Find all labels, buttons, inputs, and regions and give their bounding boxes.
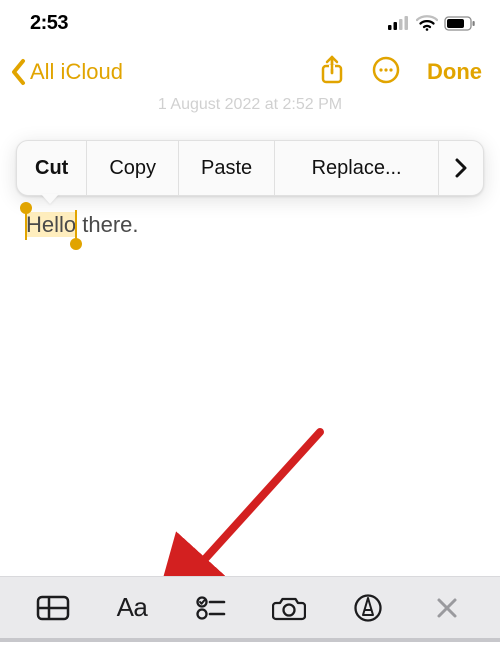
back-button[interactable]: All iCloud [6, 57, 123, 87]
ellipsis-circle-icon [371, 55, 401, 85]
checklist-button[interactable] [183, 588, 239, 628]
close-icon [436, 597, 458, 619]
markup-button[interactable] [340, 588, 396, 628]
aa-icon: Aa [117, 592, 148, 623]
menu-cut[interactable]: Cut [17, 141, 87, 195]
battery-icon [444, 16, 476, 31]
close-toolbar-button[interactable] [419, 588, 475, 628]
status-indicators [388, 15, 476, 31]
pencil-circle-icon [353, 593, 383, 623]
chevron-right-icon [455, 158, 467, 178]
table-icon [36, 595, 70, 621]
done-button[interactable]: Done [427, 59, 482, 85]
camera-icon [272, 595, 306, 621]
note-text-rest: there. [76, 212, 138, 237]
status-time: 2:53 [30, 12, 68, 35]
share-button[interactable] [319, 54, 345, 91]
back-label: All iCloud [30, 59, 123, 85]
format-button[interactable]: Aa [104, 588, 160, 628]
share-icon [319, 54, 345, 86]
note-body[interactable]: Hello there. [26, 212, 474, 238]
menu-tail-pointer [41, 194, 59, 204]
selection-handle-start[interactable] [20, 202, 32, 214]
status-bar: 2:53 [0, 0, 500, 40]
checklist-icon [196, 596, 226, 620]
camera-button[interactable] [261, 588, 317, 628]
chevron-left-icon [6, 57, 32, 87]
menu-replace[interactable]: Replace... [275, 141, 439, 195]
menu-copy[interactable]: Copy [87, 141, 179, 195]
menu-more-button[interactable] [439, 141, 483, 195]
wifi-icon [416, 15, 438, 31]
menu-paste[interactable]: Paste [179, 141, 275, 195]
text-selection[interactable]: Hello [26, 212, 76, 238]
navigation-bar: All iCloud Done [0, 40, 500, 100]
selected-text: Hello [26, 212, 76, 237]
table-button[interactable] [25, 588, 81, 628]
selection-handle-end[interactable] [70, 238, 82, 250]
cellular-icon [388, 16, 410, 30]
text-context-menu: Cut Copy Paste Replace... [16, 140, 484, 196]
more-button[interactable] [371, 55, 401, 90]
keyboard-toolbar: Aa [0, 576, 500, 638]
